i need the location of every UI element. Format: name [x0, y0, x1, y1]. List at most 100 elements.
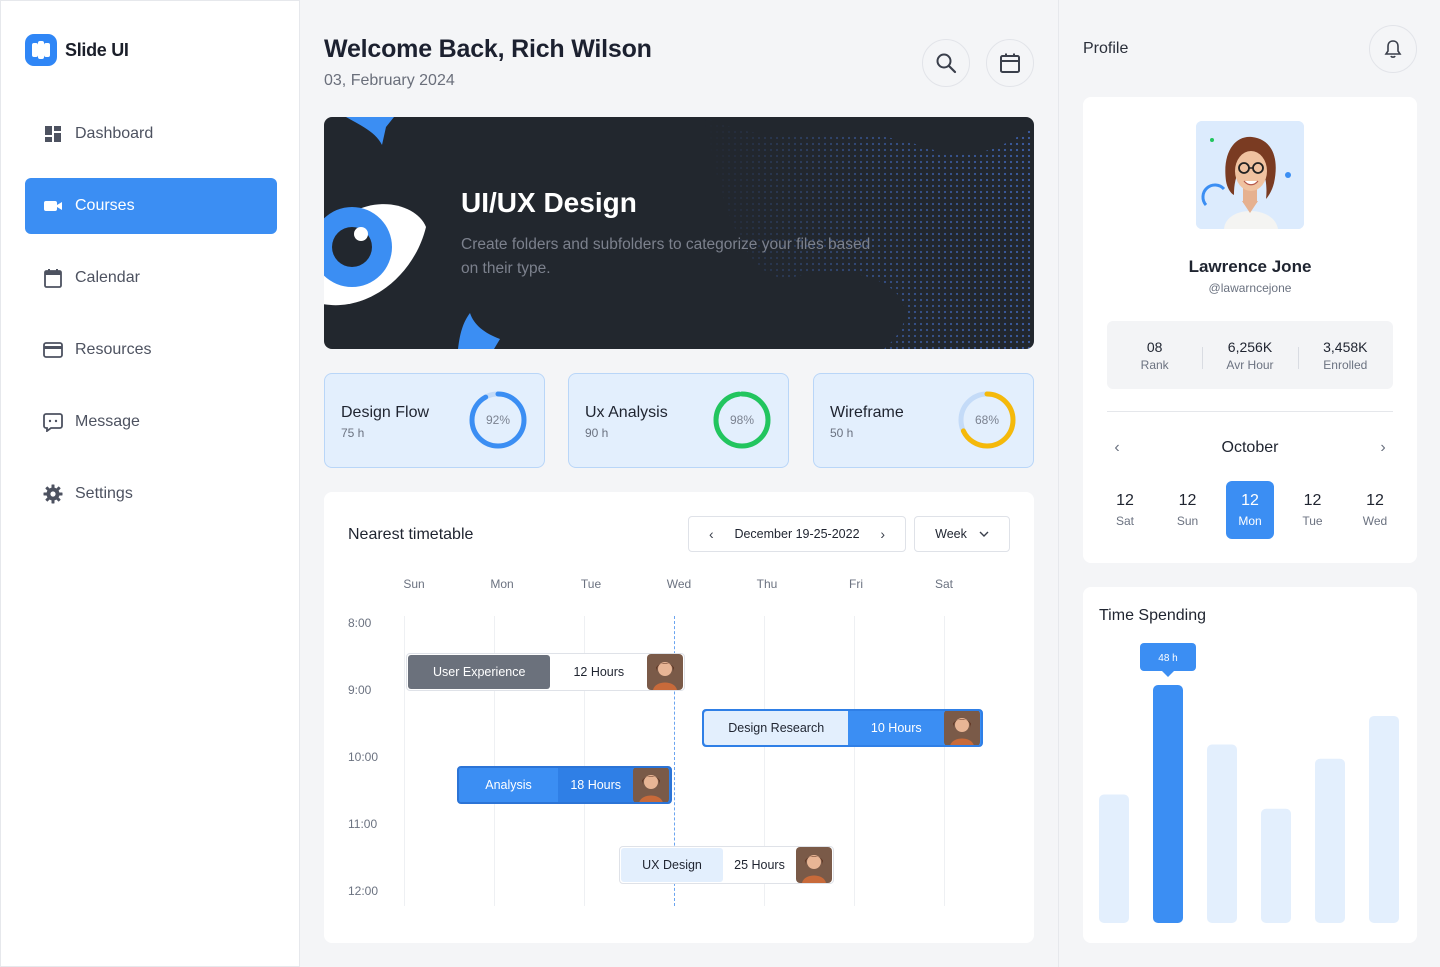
- time-label: 9:00: [348, 683, 372, 697]
- day-weekday: Sun: [1176, 514, 1199, 528]
- profile-name: Lawrence Jone: [1188, 257, 1312, 276]
- stat-label: Enrolled: [1323, 357, 1368, 372]
- timetable-title: Nearest timetable: [348, 526, 474, 543]
- grid-line: [854, 616, 855, 906]
- time-label: 8:00: [348, 616, 372, 630]
- bar[interactable]: [1261, 808, 1291, 923]
- brand-logo[interactable]: Slide UI: [25, 34, 129, 66]
- search-icon: [936, 53, 957, 74]
- course-progress-card[interactable]: Design Flow 75 h 92%: [324, 373, 545, 468]
- search-button[interactable]: [922, 39, 970, 87]
- avatar: [944, 711, 980, 745]
- course-progress-card[interactable]: Ux Analysis 90 h 98%: [568, 373, 789, 468]
- video-camera-icon: [44, 201, 62, 211]
- time-label: 11:00: [348, 817, 378, 831]
- timetable-event[interactable]: Design Research 10 Hours: [702, 709, 983, 747]
- view-select-value: Week: [935, 527, 967, 541]
- course-hours: 90 h: [585, 426, 609, 440]
- sidebar-item-courses[interactable]: Courses: [25, 178, 277, 234]
- profile-stat: 3,458K Enrolled: [1297, 339, 1393, 372]
- sidebar: Slide UI Dashboard Courses Calendar Reso…: [0, 0, 300, 967]
- logo-icon: [25, 34, 57, 66]
- timetable-event[interactable]: Analysis 18 Hours: [457, 766, 672, 804]
- month-name: October: [1221, 439, 1279, 456]
- course-hours: 75 h: [341, 426, 365, 440]
- bar-highlighted[interactable]: [1153, 685, 1183, 923]
- day-number: 12: [1303, 492, 1322, 509]
- event-name: UX Design: [621, 848, 723, 882]
- bar[interactable]: [1099, 794, 1129, 923]
- sidebar-item-message[interactable]: Message: [25, 394, 277, 450]
- card-icon: [43, 342, 63, 358]
- bar[interactable]: [1369, 715, 1399, 923]
- sidebar-item-label: Calendar: [75, 269, 140, 286]
- message-icon: [43, 413, 63, 432]
- day-header: Fri: [849, 577, 863, 591]
- day-cell-selected[interactable]: 12 Mon: [1226, 481, 1274, 539]
- day-strip: 12 Sat 12 Sun 12 Mon 12 Tue 12 Wed: [1101, 481, 1399, 539]
- sidebar-item-calendar[interactable]: Calendar: [25, 250, 277, 306]
- tooltip-label: 48 h: [1158, 653, 1177, 664]
- sidebar-item-settings[interactable]: Settings: [25, 466, 277, 522]
- day-header: Sat: [934, 577, 954, 591]
- timetable-event[interactable]: UX Design 25 Hours: [619, 846, 834, 884]
- profile-card: Lawrence Jone @lawarncejone 08 Rank 6,25…: [1083, 97, 1417, 563]
- day-cell[interactable]: 12 Wed: [1351, 481, 1399, 539]
- day-cell[interactable]: 12 Tue: [1289, 481, 1337, 539]
- timetable-card: Nearest timetable ‹ December 19-25-2022 …: [324, 492, 1034, 943]
- day-number: 12: [1116, 492, 1134, 509]
- day-cell[interactable]: 12 Sat: [1101, 481, 1149, 539]
- bar[interactable]: [1315, 758, 1345, 923]
- chevron-right-icon[interactable]: ›: [880, 526, 885, 542]
- course-name: Wireframe: [830, 404, 904, 421]
- timetable-event[interactable]: User Experience 12 Hours: [406, 653, 685, 691]
- day-number: 12: [1241, 492, 1259, 509]
- notifications-button[interactable]: [1369, 25, 1417, 73]
- avatar: [796, 847, 832, 883]
- course-progress-card[interactable]: Wireframe 50 h 68%: [813, 373, 1034, 468]
- chevron-left-icon[interactable]: ‹: [1107, 439, 1127, 457]
- current-date: 03, February 2024: [324, 72, 455, 89]
- day-header: Wed: [666, 577, 692, 591]
- event-name: Design Research: [704, 711, 849, 745]
- course-name: Design Flow: [341, 404, 430, 421]
- day-header: Sun: [403, 577, 425, 591]
- page-title: Welcome Back, Rich Wilson: [324, 35, 652, 63]
- profile-stat: 6,256K Avr Hour: [1202, 339, 1297, 372]
- sidebar-nav: Dashboard Courses Calendar Resources Mes…: [25, 106, 277, 538]
- event-hours: 12 Hours: [573, 665, 625, 679]
- stat-value: 08: [1146, 338, 1163, 355]
- bar[interactable]: [1207, 744, 1237, 924]
- event-name: User Experience: [408, 655, 551, 689]
- sidebar-item-resources[interactable]: Resources: [25, 322, 277, 378]
- sidebar-item-label: Settings: [75, 485, 133, 502]
- day-header: Thu: [756, 577, 778, 591]
- day-cell[interactable]: 12 Sun: [1164, 481, 1212, 539]
- bar-tooltip: 48 h: [1140, 643, 1196, 677]
- progress-percent: 98%: [729, 413, 755, 427]
- profile-stats: 08 Rank 6,256K Avr Hour 3,458K Enrolled: [1107, 321, 1393, 389]
- dashboard-icon: [45, 126, 61, 142]
- calendar-button[interactable]: [986, 39, 1034, 87]
- course-hours: 50 h: [830, 426, 854, 440]
- avatar: [633, 768, 669, 802]
- time-label: 12:00: [348, 884, 379, 898]
- day-weekday: Mon: [1238, 514, 1262, 528]
- time-label: 10:00: [348, 750, 379, 764]
- profile-panel: Profile Lawrence Jone @lawarncejone 08 R…: [1058, 0, 1440, 967]
- day-weekday: Tue: [1302, 514, 1323, 528]
- course-name: Ux Analysis: [585, 404, 668, 421]
- chevron-left-icon[interactable]: ‹: [709, 526, 714, 542]
- event-name: Analysis: [459, 768, 559, 802]
- course-banner[interactable]: UI/UX Design Create folders and subfolde…: [324, 117, 1034, 349]
- sidebar-item-label: Message: [75, 413, 140, 430]
- chevron-right-icon[interactable]: ›: [1373, 439, 1393, 457]
- view-select[interactable]: Week: [914, 516, 1010, 552]
- day-header: Tue: [580, 577, 602, 591]
- sidebar-item-dashboard[interactable]: Dashboard: [25, 106, 277, 162]
- date-range-picker[interactable]: ‹ December 19-25-2022 ›: [688, 516, 906, 552]
- sidebar-item-label: Resources: [75, 341, 152, 358]
- avatar: [647, 654, 684, 690]
- bell-icon: [1384, 40, 1402, 58]
- progress-percent: 92%: [485, 413, 511, 427]
